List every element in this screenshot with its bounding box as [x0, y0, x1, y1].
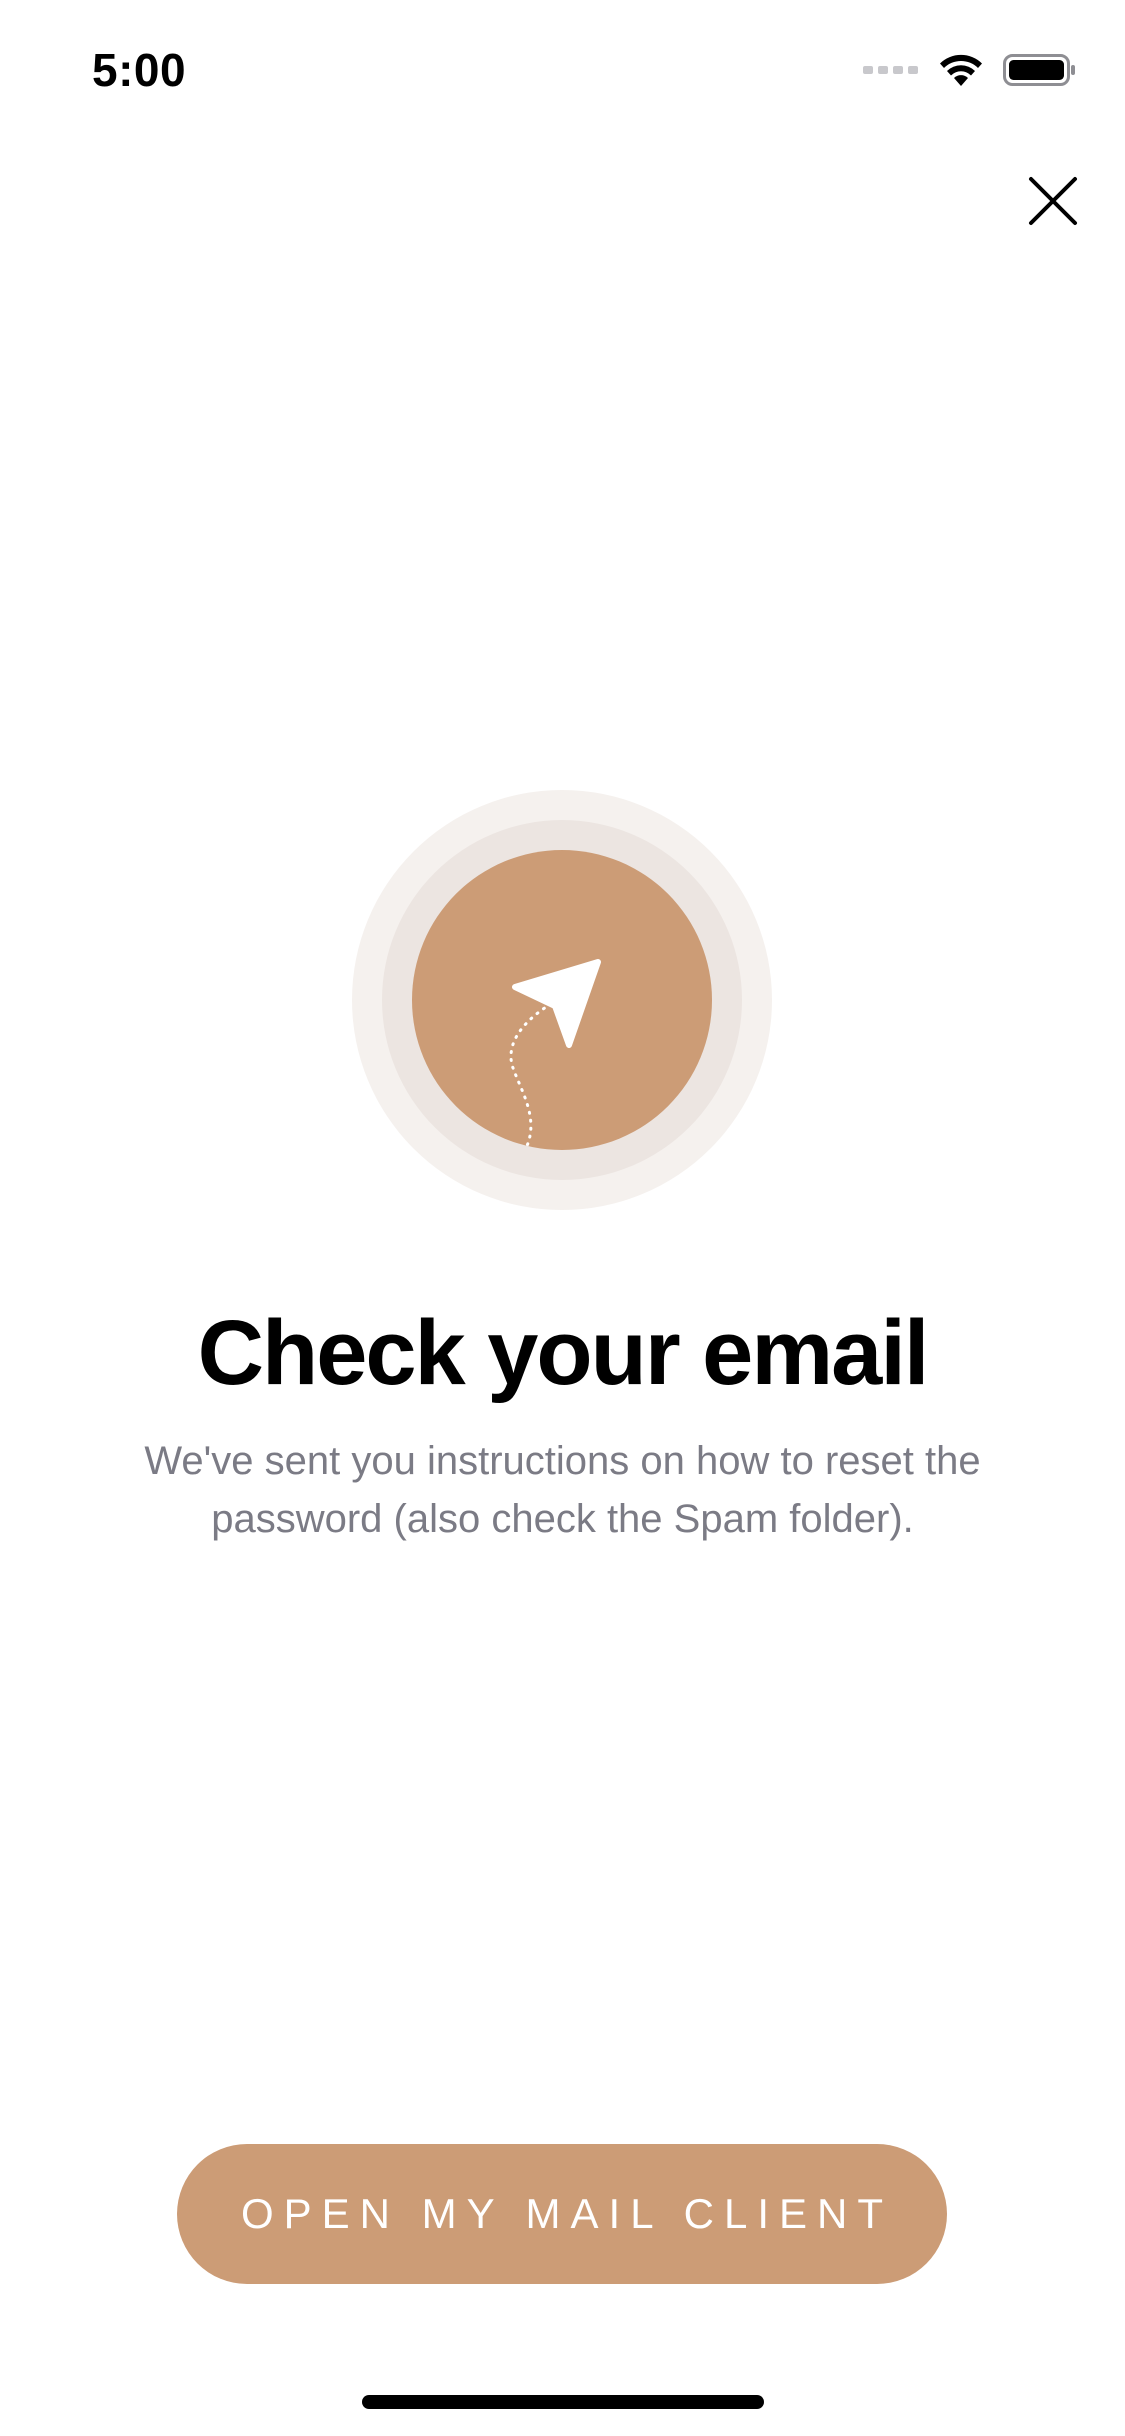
home-indicator[interactable] [362, 2395, 764, 2409]
illustration-inner-circle [412, 850, 712, 1150]
battery-icon [1003, 54, 1075, 86]
status-time: 5:00 [92, 44, 187, 96]
page-title: Check your email [197, 1302, 930, 1404]
open-mail-client-button[interactable]: OPEN MY MAIL CLIENT [177, 2144, 947, 2284]
open-mail-client-label: OPEN MY MAIL CLIENT [240, 2190, 894, 2237]
close-icon [1029, 177, 1077, 225]
close-button[interactable] [1018, 166, 1088, 236]
cellular-signal-icon [863, 66, 918, 74]
paper-plane-icon [509, 959, 601, 1150]
page-subtitle: We've sent you instructions on how to re… [144, 1439, 981, 1541]
wifi-icon [940, 54, 982, 86]
status-icons [863, 48, 1077, 92]
sent-email-illustration [352, 790, 772, 1210]
